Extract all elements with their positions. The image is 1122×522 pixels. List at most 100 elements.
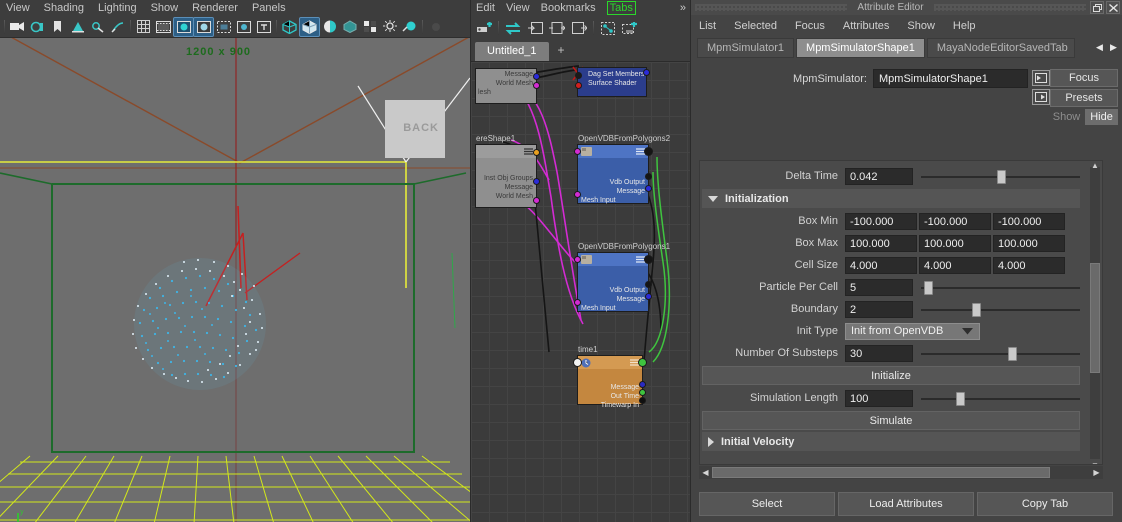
node-port-worldmesh[interactable] <box>533 82 540 89</box>
select-node-icon[interactable] <box>1032 70 1050 86</box>
select-button[interactable]: Select <box>699 492 835 516</box>
film-gate-icon[interactable] <box>154 18 173 36</box>
node-port-vdboutput[interactable] <box>645 281 652 288</box>
bookmark-icon[interactable] <box>48 18 67 36</box>
xray-icon[interactable] <box>340 18 359 36</box>
node-port-meshinput[interactable] <box>574 299 581 306</box>
field-chart-icon[interactable] <box>214 18 233 36</box>
boundary-slider[interactable] <box>921 301 1080 318</box>
close-icon[interactable] <box>1106 1 1120 14</box>
cell-size-x-input[interactable]: 4.000 <box>845 256 917 274</box>
node-shading-group[interactable]: Dag Set Members Surface Shader <box>575 67 650 97</box>
tab-next-icon[interactable]: ▶ <box>1107 40 1120 55</box>
hide-button[interactable]: Hide <box>1085 109 1118 125</box>
number-of-substeps-input[interactable]: 30 <box>845 344 913 362</box>
input-connections-icon[interactable] <box>525 19 545 37</box>
slider-knob[interactable] <box>1008 346 1018 361</box>
node-menu-bookmarks[interactable]: Bookmarks <box>541 2 596 14</box>
node-menu-icon[interactable] <box>524 148 533 155</box>
viewport-extra-icon[interactable] <box>426 18 445 36</box>
ae-menu-focus[interactable]: Focus <box>795 20 825 32</box>
wireframe-icon[interactable] <box>280 18 299 36</box>
node-menu-edit[interactable]: Edit <box>476 2 495 14</box>
node-port-message[interactable] <box>533 178 540 185</box>
section-initialization[interactable]: Initialization <box>702 189 1080 208</box>
init-type-dropdown[interactable]: Init from OpenVDB <box>845 322 980 340</box>
slider-knob[interactable] <box>971 302 981 317</box>
node-ereshape1[interactable]: ereShape1 Inst Obj Groups Message World … <box>475 134 540 208</box>
presets-button[interactable]: Presets <box>1050 89 1118 107</box>
node-port-worldmesh[interactable] <box>533 197 540 204</box>
node-time1[interactable]: time1 Message Out Time Timewarp In <box>573 345 647 409</box>
node-port-out[interactable] <box>638 358 647 367</box>
box-max-x-input[interactable]: 100.000 <box>845 234 917 252</box>
particle-per-cell-slider[interactable] <box>921 279 1080 296</box>
scroll-down-icon[interactable]: ▼ <box>1090 461 1100 464</box>
copy-tab-button[interactable]: Copy Tab <box>977 492 1113 516</box>
camera-attributes-icon[interactable] <box>28 18 47 36</box>
safe-title-icon[interactable] <box>254 18 273 36</box>
node-port-message[interactable] <box>645 293 652 300</box>
delta-time-input[interactable]: 0.042 <box>845 167 913 185</box>
shadows-icon[interactable] <box>380 18 399 36</box>
node-openvdbfrompolygons2[interactable]: OpenVDBFromPolygons2 Vdb Output Message … <box>574 134 670 204</box>
viewport-menu-renderer[interactable]: Renderer <box>192 0 238 16</box>
add-selected-nodes-icon[interactable] <box>474 19 494 37</box>
smooth-shade-icon[interactable] <box>299 16 320 37</box>
grid-toggle-icon[interactable] <box>134 18 153 36</box>
node-port-timewarpin[interactable] <box>639 397 646 404</box>
box-max-y-input[interactable]: 100.000 <box>919 234 991 252</box>
viewport-canvas[interactable]: y x z 1200 x 900 BACK persp <box>0 38 470 522</box>
ae-menu-list[interactable]: List <box>699 20 716 32</box>
tab-prev-icon[interactable]: ◀ <box>1093 40 1106 55</box>
hardware-texture-icon[interactable] <box>320 18 339 36</box>
viewport-menu-panels[interactable]: Panels <box>252 0 286 16</box>
node-port-in[interactable] <box>573 358 582 367</box>
node-menu-view[interactable]: View <box>506 2 530 14</box>
toggle-connections-icon[interactable] <box>503 19 523 37</box>
node-port-message[interactable] <box>533 73 540 80</box>
ae-menu-selected[interactable]: Selected <box>734 20 777 32</box>
initialize-button[interactable]: Initialize <box>702 366 1080 385</box>
viewport-menu-view[interactable]: View <box>6 0 30 16</box>
input-output-connections-icon[interactable] <box>547 19 567 37</box>
ae-tab-mayanodeeditorsavedtab[interactable]: MayaNodeEditorSavedTab <box>926 38 1075 58</box>
rearrange-graph-icon[interactable] <box>598 19 618 37</box>
node-port-in[interactable] <box>574 148 581 155</box>
ae-menu-help[interactable]: Help <box>953 20 976 32</box>
simulation-length-input[interactable]: 100 <box>845 389 913 407</box>
slider-knob[interactable] <box>955 391 965 406</box>
scroll-up-icon[interactable]: ▲ <box>1090 161 1100 170</box>
node-port-dagset[interactable] <box>575 72 582 79</box>
node-editor-canvas[interactable]: Message World Mesh lesh Dag Set Members … <box>471 62 691 522</box>
attribute-editor-vscrollbar[interactable]: ▲ ▼ <box>1090 161 1100 464</box>
boundary-input[interactable]: 2 <box>845 300 913 318</box>
slider-knob[interactable] <box>924 280 934 295</box>
scroll-right-icon[interactable]: ▶ <box>1090 468 1103 477</box>
viewport-menu-show[interactable]: Show <box>151 0 179 16</box>
node-port-instobj[interactable] <box>533 149 540 156</box>
cell-size-y-input[interactable]: 4.000 <box>919 256 991 274</box>
attribute-editor-hscrollbar[interactable]: ◀ ▶ <box>699 466 1103 479</box>
restore-icon[interactable] <box>1090 1 1104 14</box>
box-min-z-input[interactable]: -100.000 <box>993 212 1065 230</box>
camera-icon[interactable] <box>8 18 27 36</box>
resolution-gate-icon[interactable] <box>173 16 194 37</box>
node-port-message[interactable] <box>639 381 646 388</box>
output-connections-icon[interactable] <box>569 19 589 37</box>
node-port-message[interactable] <box>645 185 652 192</box>
node-menu-tabs[interactable]: Tabs <box>606 1 636 15</box>
delta-time-slider[interactable] <box>921 168 1080 185</box>
node-port-vdboutput[interactable] <box>645 173 652 180</box>
node-port-out[interactable] <box>644 147 653 156</box>
node-port-outtime[interactable] <box>639 389 646 396</box>
particle-per-cell-input[interactable]: 5 <box>845 278 913 296</box>
ae-tab-mpmsimulatorshape1[interactable]: MpmSimulatorShape1 <box>796 38 925 58</box>
simulation-length-slider[interactable] <box>921 390 1080 407</box>
load-attributes-button[interactable]: Load Attributes <box>838 492 974 516</box>
cell-size-z-input[interactable]: 4.000 <box>993 256 1065 274</box>
use-lights-icon[interactable] <box>360 18 379 36</box>
node-menu-overflow-icon[interactable]: » <box>680 2 686 14</box>
viewport-menu-lighting[interactable]: Lighting <box>98 0 137 16</box>
grease-pencil-icon[interactable] <box>88 18 107 36</box>
